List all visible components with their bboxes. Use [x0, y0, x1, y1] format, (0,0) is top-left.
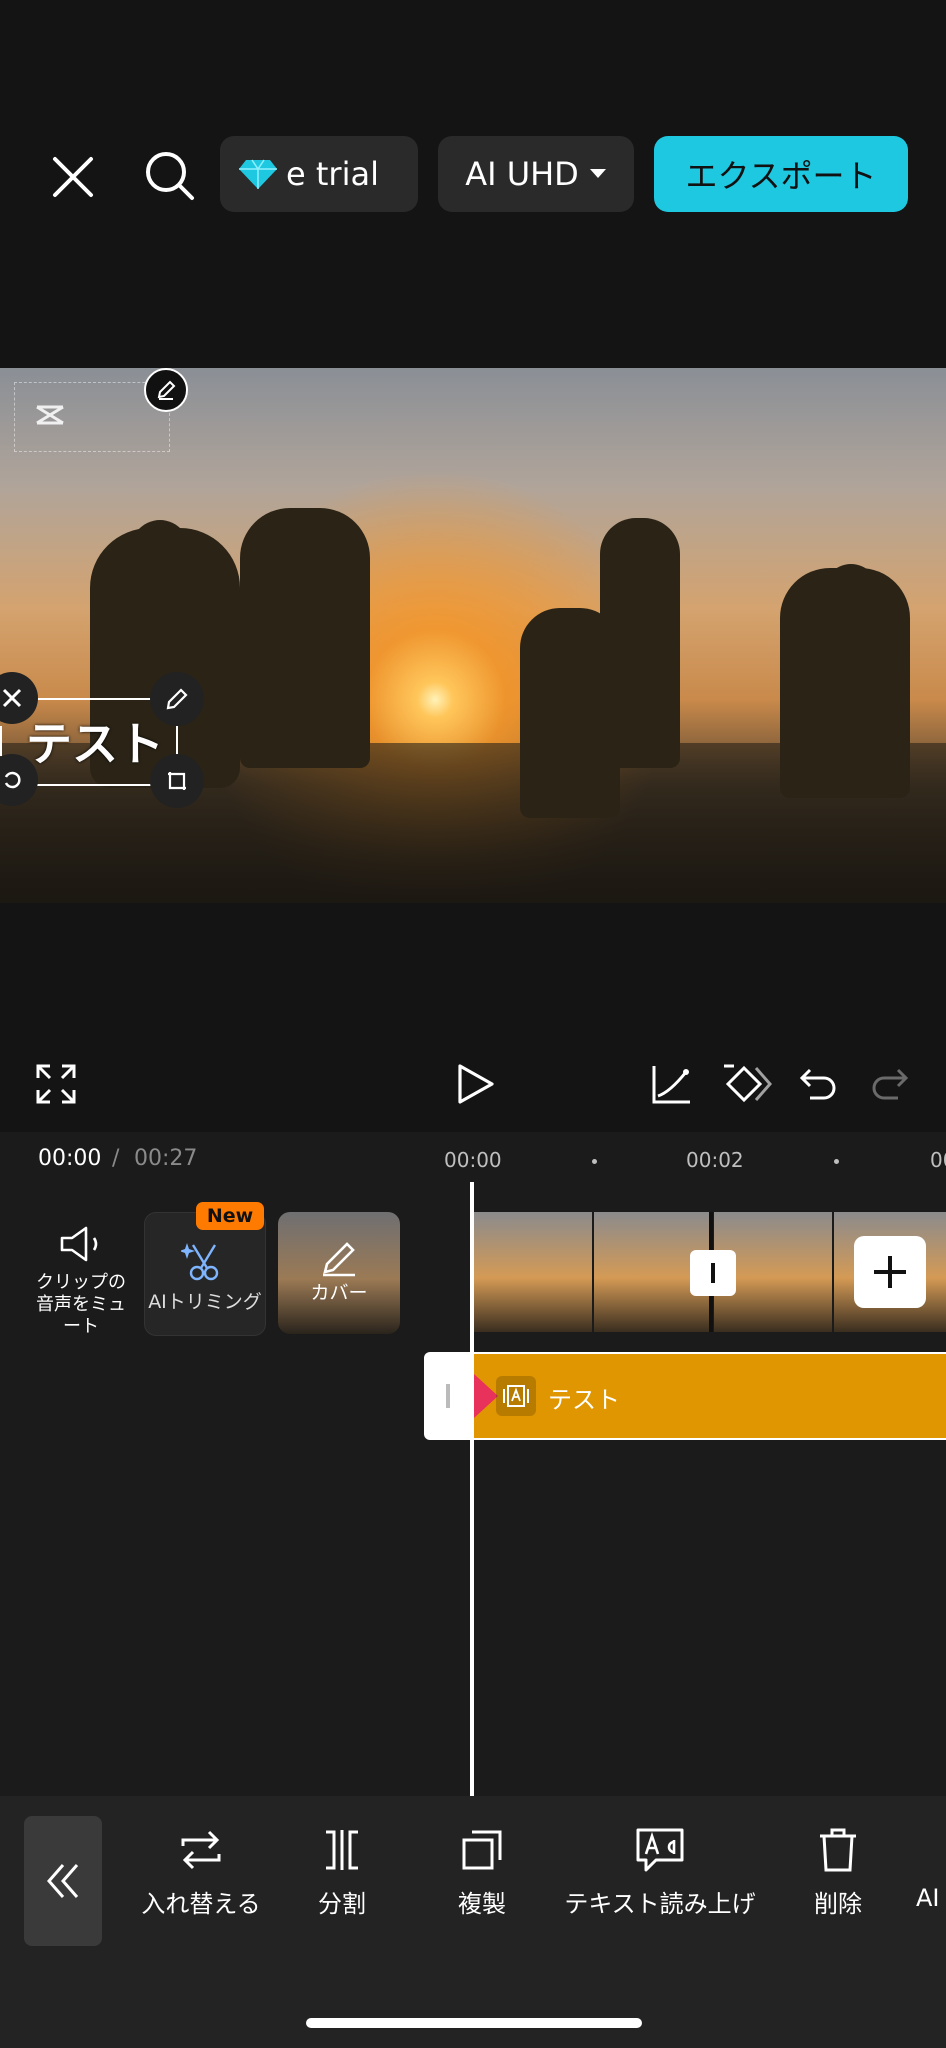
person-silhouette [128, 520, 192, 592]
graph-curve-icon[interactable] [650, 1062, 694, 1106]
ruler-dot [834, 1159, 839, 1164]
duplicate-tool[interactable]: 複製 [440, 1826, 524, 1919]
home-indicator[interactable] [306, 2018, 642, 2028]
search-icon [146, 152, 194, 200]
swap-icon [181, 1830, 221, 1870]
split-tool[interactable]: 分割 [300, 1826, 384, 1919]
free-trial-button[interactable]: e trial [220, 136, 418, 212]
duplicate-icon [462, 1830, 502, 1870]
video-preview[interactable]: テスト [0, 368, 946, 903]
current-time: 00:00 [38, 1146, 102, 1171]
text-clip-icon [503, 1385, 529, 1407]
caret-down-icon [589, 169, 606, 178]
pencil-icon [166, 688, 188, 710]
close-icon [53, 157, 93, 197]
text-box-left-edge [0, 726, 2, 756]
text-to-speech-label: テキスト読み上げ [564, 1890, 756, 1918]
rotate-icon [4, 771, 21, 789]
ruler-mark: 00: [930, 1148, 946, 1172]
undo-icon[interactable] [796, 1062, 840, 1106]
search-button[interactable] [140, 146, 200, 206]
ruler-mark: 00:00 [444, 1148, 502, 1172]
trash-icon [820, 1828, 856, 1872]
text-track-label: テスト [548, 1386, 620, 1414]
person-silhouette [296, 510, 346, 566]
edit-watermark-button[interactable] [144, 368, 188, 412]
keyframe-icon[interactable] [722, 1062, 772, 1106]
quality-dropdown[interactable]: AI UHD [438, 136, 634, 212]
cover-button[interactable]: カバー [278, 1212, 400, 1334]
duplicate-tool-label: 複製 [458, 1890, 506, 1918]
pencil-icon [323, 1242, 355, 1277]
person-silhouette [600, 518, 680, 768]
split-icon [326, 1830, 358, 1870]
ai-trim-button[interactable]: AIトリミング [144, 1212, 266, 1336]
plus-icon [874, 1256, 906, 1288]
person-silhouette [822, 564, 880, 626]
delete-tool[interactable]: 削除 [796, 1826, 880, 1919]
text-box-right-edge [176, 726, 178, 756]
text-to-speech-icon [636, 1828, 684, 1872]
capcut-logo-icon [36, 405, 64, 425]
replace-tool-label: 入れ替える [141, 1890, 261, 1918]
free-trial-label: e trial [286, 155, 379, 193]
ai-scissors-icon [181, 1243, 219, 1281]
text-track-handle[interactable] [424, 1352, 472, 1440]
edit-text-handle[interactable] [150, 672, 204, 726]
split-tool-label: 分割 [318, 1890, 366, 1918]
close-icon [2, 688, 22, 708]
transition-bar-icon [711, 1263, 715, 1283]
text-clip-icon-box [496, 1376, 536, 1416]
pencil-icon [157, 380, 176, 400]
add-clip-button[interactable] [854, 1236, 926, 1308]
export-button[interactable]: エクスポート [654, 136, 908, 212]
keyframe-marker[interactable] [474, 1374, 498, 1418]
ai-tool[interactable]: AI [916, 1826, 946, 1912]
text-overlay: テスト [26, 717, 164, 771]
scale-text-handle[interactable] [150, 754, 204, 808]
quality-label: AI UHD [465, 155, 579, 193]
double-chevron-left-icon [47, 1864, 79, 1898]
time-separator: / [112, 1146, 120, 1171]
mute-clip-label: クリップの音声をミュート [36, 1272, 126, 1337]
transition-button[interactable] [690, 1250, 736, 1296]
cover-label: カバー [310, 1282, 368, 1304]
text-track-clip[interactable]: テスト [472, 1352, 946, 1440]
new-badge-label: New [206, 1205, 254, 1227]
playhead[interactable] [470, 1182, 474, 1796]
new-badge: New [196, 1202, 264, 1230]
handle-grip [446, 1384, 450, 1408]
close-button[interactable] [44, 148, 102, 206]
text-to-speech-tool[interactable]: テキスト読み上げ [560, 1826, 760, 1919]
diamond-icon [239, 159, 277, 189]
ai-trim-label: AIトリミング [148, 1291, 262, 1313]
resize-icon [168, 772, 186, 790]
replace-tool[interactable]: 入れ替える [140, 1826, 262, 1919]
video-clip-thumbnail[interactable] [474, 1212, 592, 1332]
fullscreen-icon[interactable] [34, 1062, 78, 1106]
export-label: エクスポート [685, 157, 877, 195]
ruler-dot [592, 1159, 597, 1164]
speaker-icon [60, 1226, 98, 1262]
play-icon[interactable] [452, 1062, 496, 1106]
mute-clip-button[interactable]: クリップの音声をミュート [26, 1224, 136, 1344]
ai-tool-label: AI [916, 1884, 940, 1912]
total-time: 00:27 [134, 1146, 198, 1171]
ruler-mark: 00:02 [686, 1148, 744, 1172]
redo-icon[interactable] [868, 1062, 912, 1106]
delete-tool-label: 削除 [814, 1890, 862, 1918]
collapse-toolbar-button[interactable] [24, 1816, 102, 1946]
